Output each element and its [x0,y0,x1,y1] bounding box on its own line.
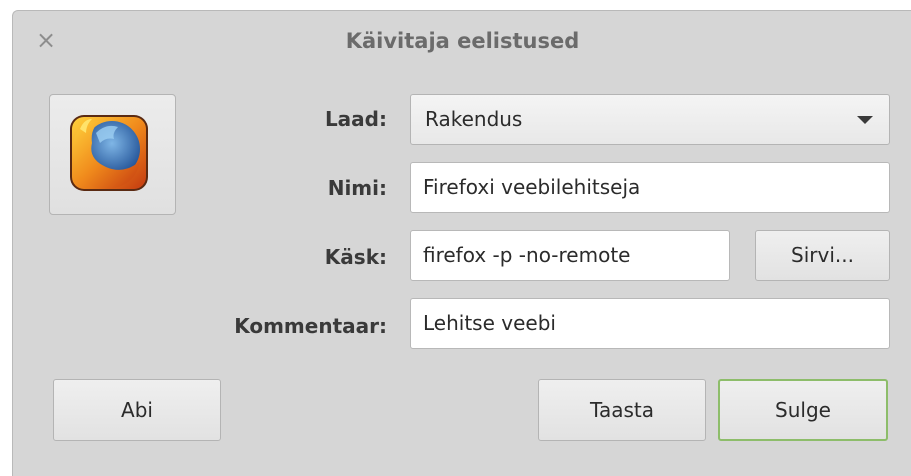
browse-button[interactable]: Sirvi... [755,230,890,281]
command-field[interactable]: firefox -p -no-remote [410,230,730,281]
titlebar: × Käivitaja eelistused [13,11,911,71]
comment-label: Kommentaar: [234,314,387,338]
type-dropdown-value: Rakendus [425,107,523,131]
comment-field[interactable]: Lehitse veebi [410,298,890,349]
type-label: Laad: [324,107,387,131]
firefox-icon [70,115,148,191]
launcher-properties-dialog: × Käivitaja eelistused Laad: Rakendus Ni… [12,10,911,476]
launcher-icon-button[interactable] [49,94,176,215]
dialog-title: Käivitaja eelistused [345,29,580,53]
command-label: Käsk: [324,245,387,269]
name-label: Nimi: [327,176,387,200]
revert-button[interactable]: Taasta [538,379,706,441]
name-field[interactable]: Firefoxi veebilehitseja [410,162,890,213]
help-button[interactable]: Abi [53,379,221,441]
chevron-down-icon [857,116,873,124]
type-dropdown[interactable]: Rakendus [410,94,890,145]
close-button[interactable]: Sulge [718,379,888,441]
